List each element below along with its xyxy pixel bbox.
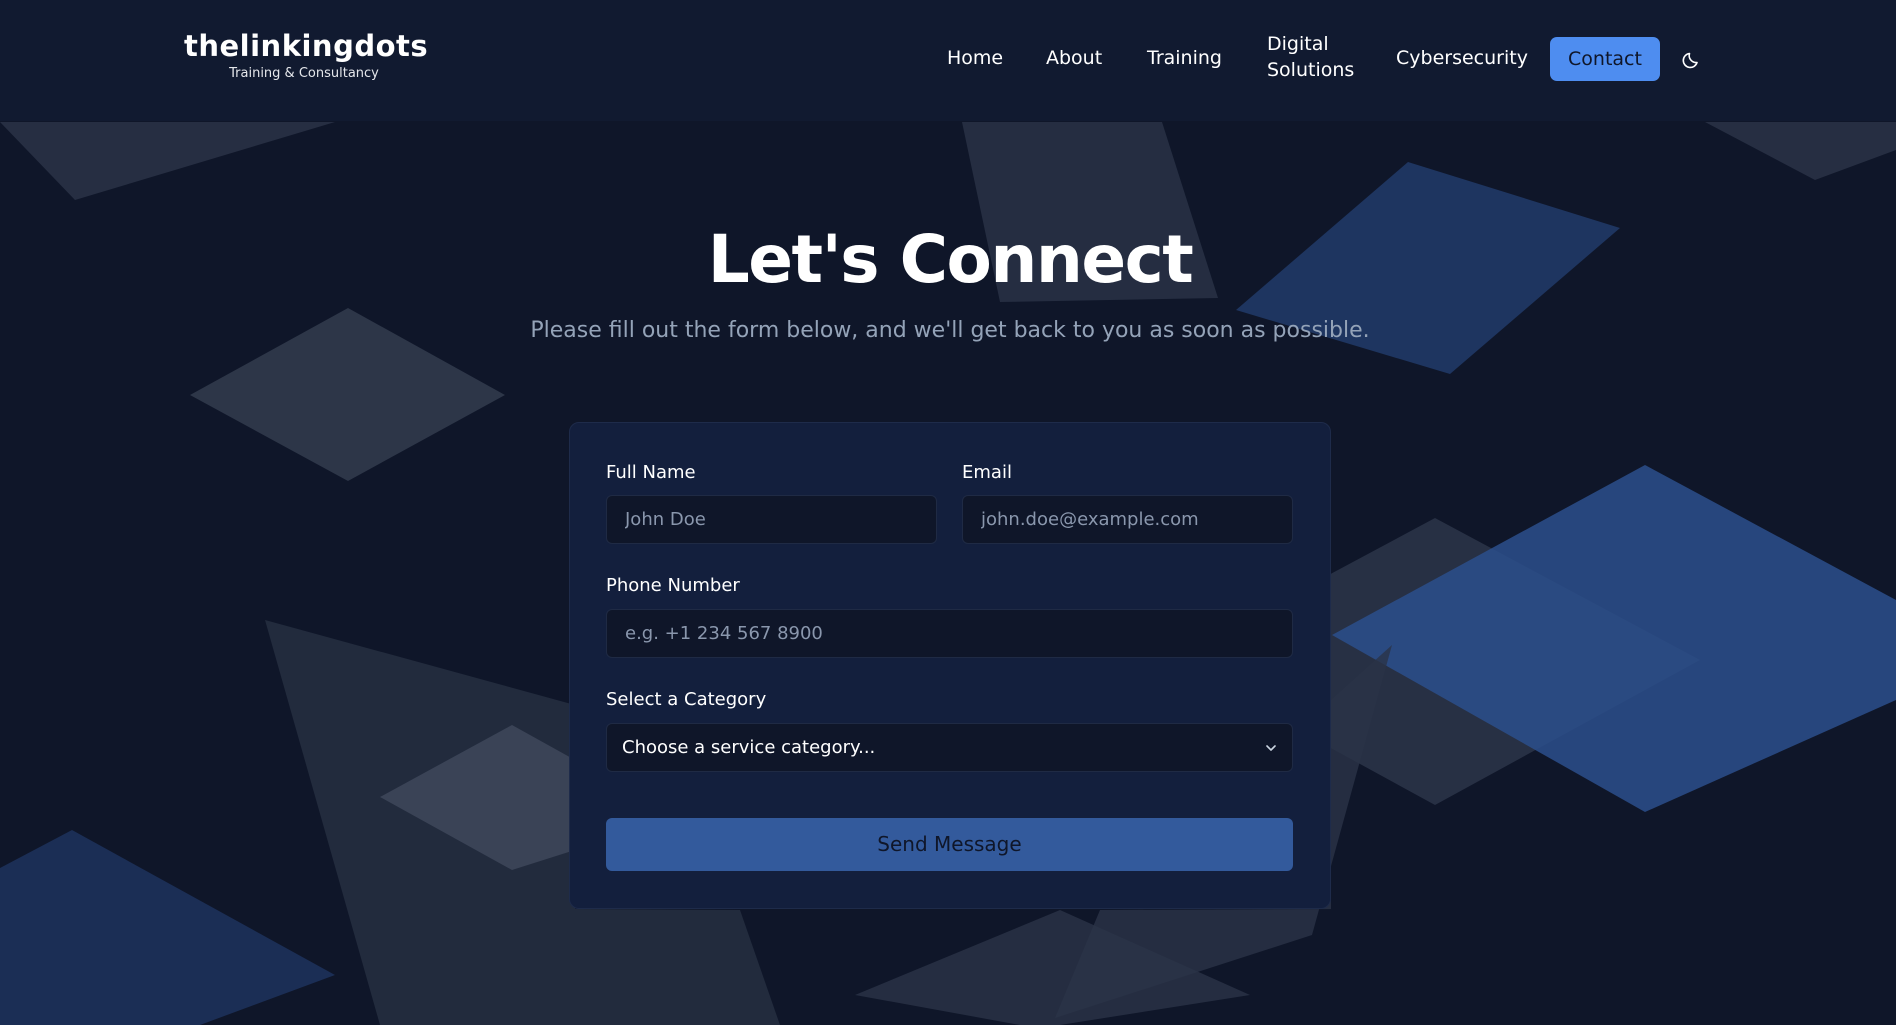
nav-item-training[interactable]: Training (1147, 45, 1222, 71)
theme-toggle-button[interactable] (1680, 47, 1704, 71)
phone-label: Phone Number (606, 575, 740, 596)
send-message-button[interactable]: Send Message (606, 818, 1293, 871)
bg-shape (0, 122, 335, 200)
page-title: Let's Connect (707, 221, 1194, 298)
email-label: Email (962, 462, 1012, 483)
contact-button[interactable]: Contact (1550, 37, 1660, 81)
phone-input[interactable] (606, 609, 1293, 658)
email-input[interactable] (962, 495, 1293, 544)
nav-item-digital-solutions[interactable]: Digital Solutions (1267, 31, 1367, 83)
bg-shape (1705, 122, 1896, 180)
nav-item-cybersecurity[interactable]: Cybersecurity (1396, 45, 1528, 71)
bg-shape (575, 909, 780, 1025)
chevron-down-icon (1266, 745, 1276, 751)
full-name-input[interactable] (606, 495, 937, 544)
full-name-label: Full Name (606, 462, 696, 483)
page-subtitle: Please fill out the form below, and we'l… (530, 318, 1370, 343)
bg-shape (0, 830, 335, 1025)
nav-item-about[interactable]: About (1046, 45, 1102, 71)
category-selected-value: Choose a service category... (622, 737, 876, 758)
nav-item-home[interactable]: Home (947, 45, 1003, 71)
contact-form: Full Name Email Phone Number Select a Ca… (569, 422, 1331, 909)
contact-page: thelinkingdots Training & Consultancy Ho… (0, 0, 1896, 1025)
top-navbar: thelinkingdots Training & Consultancy Ho… (0, 0, 1896, 121)
category-label: Select a Category (606, 689, 767, 710)
category-select[interactable]: Choose a service category... (606, 723, 1293, 772)
moon-icon (1682, 52, 1698, 69)
